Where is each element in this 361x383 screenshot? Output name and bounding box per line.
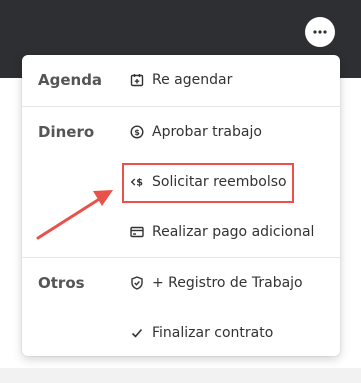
menu-item-solicitar-reembolso[interactable]: $ Solicitar reembolso [22, 157, 340, 207]
more-horizontal-icon [313, 30, 327, 34]
menu-item-registro-de-trabajo[interactable]: + Registro de Trabajo [22, 258, 340, 308]
menu-item-label: + Registro de Trabajo [152, 275, 303, 291]
menu-item-aprobar-trabajo[interactable]: $ Aprobar trabajo [22, 107, 340, 157]
menu-item-finalizar-contrato[interactable]: Finalizar contrato [22, 308, 340, 356]
checkmark-icon [130, 326, 144, 340]
more-options-button[interactable] [305, 17, 335, 47]
dollar-circle-icon: $ [130, 125, 144, 139]
menu-item-label: Finalizar contrato [152, 325, 274, 341]
refund-arrow-dollar-icon: $ [130, 175, 144, 189]
section-agenda: Agenda Re agendar [22, 55, 340, 107]
calendar-plus-icon [130, 73, 144, 87]
menu-item-label: Re agendar [152, 72, 233, 88]
shield-check-icon [130, 276, 144, 290]
credit-card-icon [130, 225, 144, 239]
page: Agenda Re agendar Dinero $ Aprobar traba… [0, 0, 361, 383]
menu-item-label: Aprobar trabajo [152, 124, 262, 140]
actions-dropdown-menu: Agenda Re agendar Dinero $ Aprobar traba… [22, 55, 340, 356]
menu-item-realizar-pago-adicional[interactable]: Realizar pago adicional [22, 207, 340, 257]
menu-item-label: Realizar pago adicional [152, 224, 315, 240]
menu-item-label: Solicitar reembolso [152, 174, 287, 190]
menu-item-re-agendar[interactable]: Re agendar [22, 55, 340, 105]
section-dinero: Dinero $ Aprobar trabajo $ Solicitar ree… [22, 107, 340, 258]
svg-text:$: $ [136, 178, 143, 189]
background-strip [0, 368, 361, 383]
section-otros: Otros + Registro de Trabajo Finalizar co… [22, 258, 340, 356]
svg-text:$: $ [134, 128, 140, 137]
